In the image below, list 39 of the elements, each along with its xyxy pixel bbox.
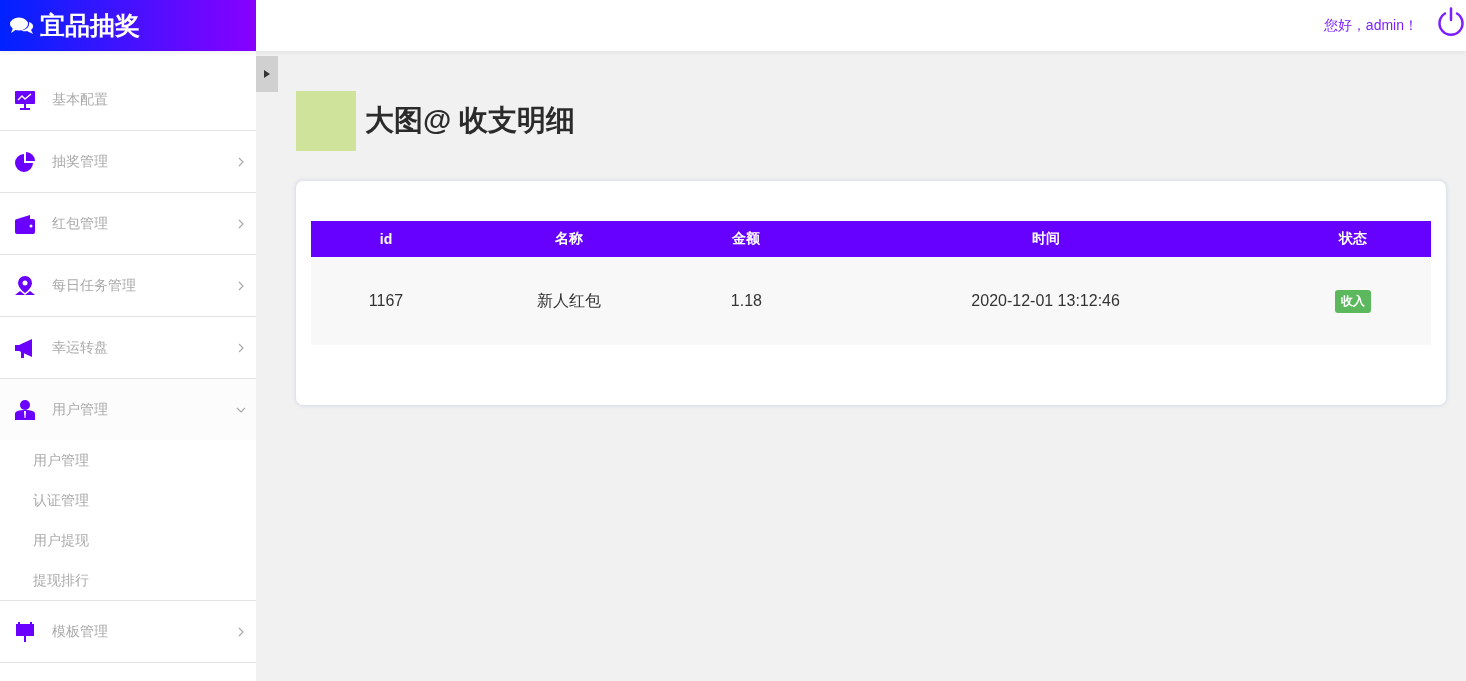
submenu-item[interactable]: 提现排行: [0, 560, 256, 600]
column-header: 状态: [1275, 221, 1431, 257]
sidebar-item[interactable]: 红包管理: [0, 193, 256, 254]
submenu-item[interactable]: 用户管理: [0, 440, 256, 480]
menu-icon: [14, 620, 36, 643]
sidebar-item[interactable]: 每日任务管理: [0, 255, 256, 316]
table-cell: 2020-12-01 13:12:46: [815, 257, 1276, 345]
menu-icon: [14, 398, 36, 421]
menu-icon: [14, 274, 36, 297]
column-header: id: [311, 221, 462, 257]
sidebar-item[interactable]: 幸运转盘: [0, 317, 256, 378]
sidebar-item[interactable]: 基本配置: [0, 69, 256, 130]
table-cell: 1167: [311, 257, 462, 345]
status-badge: 收入: [1335, 289, 1372, 313]
column-header: 金额: [677, 221, 816, 257]
greeting-text: 您好，admin！: [1323, 16, 1418, 35]
triangle-icon: [264, 70, 270, 78]
chevron-right-icon: [236, 156, 246, 167]
table-cell: 新人红包: [461, 257, 678, 345]
sidebar-toggle-button[interactable]: [256, 56, 278, 92]
chevron-right-icon: [236, 218, 246, 229]
sidebar-item[interactable]: 抽奖管理: [0, 131, 256, 192]
avatar-image: [296, 91, 356, 151]
column-header: 名称: [461, 221, 678, 257]
menu-icon: [14, 88, 36, 111]
column-header: 时间: [815, 221, 1276, 257]
chevron-right-icon: [236, 280, 246, 291]
chevron-right-icon: [236, 342, 246, 353]
sidebar-item[interactable]: 模板管理: [0, 601, 256, 662]
submenu-item[interactable]: 用户提现: [0, 520, 256, 560]
menu-icon: [14, 212, 36, 235]
menu-icon: [14, 150, 36, 173]
chevron-right-icon: [236, 626, 246, 637]
page-title: 大图@ 收支明细: [365, 103, 576, 138]
app-title: 宜品抽奖: [40, 10, 140, 41]
chat-bubbles-icon: [10, 15, 34, 36]
table-cell: 1.18: [677, 257, 816, 345]
power-icon[interactable]: [1436, 6, 1466, 37]
submenu-item[interactable]: 认证管理: [0, 480, 256, 520]
